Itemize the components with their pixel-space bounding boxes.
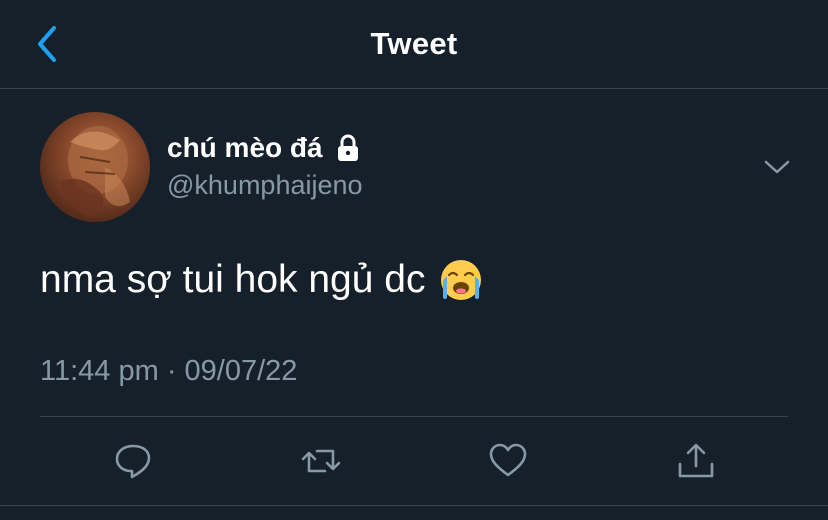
lock-icon (337, 134, 358, 161)
author-name-row: chú mèo đá (167, 130, 363, 166)
tweet-timestamp[interactable]: 11:44 pm · 09/07/22 (40, 355, 297, 388)
display-name[interactable]: chú mèo đá (167, 132, 323, 164)
top-navigation-bar: Tweet (0, 0, 828, 89)
reply-button[interactable] (112, 440, 154, 482)
tweet-text: nma sợ tui hok ngủ dc (40, 258, 426, 301)
tweet-detail-screen: Tweet chú mèo đá @khumphaijeno nma sợ tu… (0, 0, 828, 520)
divider (0, 505, 828, 506)
tweet-action-bar (0, 436, 828, 486)
page-title: Tweet (370, 26, 458, 61)
share-icon (678, 443, 714, 478)
avatar[interactable] (40, 112, 150, 222)
chevron-down-icon (764, 160, 790, 174)
tweet-body: nma sợ tui hok ngủ dc (40, 258, 483, 302)
like-icon (489, 443, 527, 477)
retweet-button[interactable] (300, 440, 342, 482)
divider (40, 416, 788, 417)
loudly-crying-face-emoji (441, 260, 482, 300)
retweet-icon (301, 449, 341, 473)
like-button[interactable] (487, 440, 529, 482)
more-options-button[interactable] (760, 150, 794, 184)
share-button[interactable] (675, 440, 717, 482)
reply-icon (115, 444, 151, 479)
user-handle[interactable]: @khumphaijeno (167, 170, 363, 201)
